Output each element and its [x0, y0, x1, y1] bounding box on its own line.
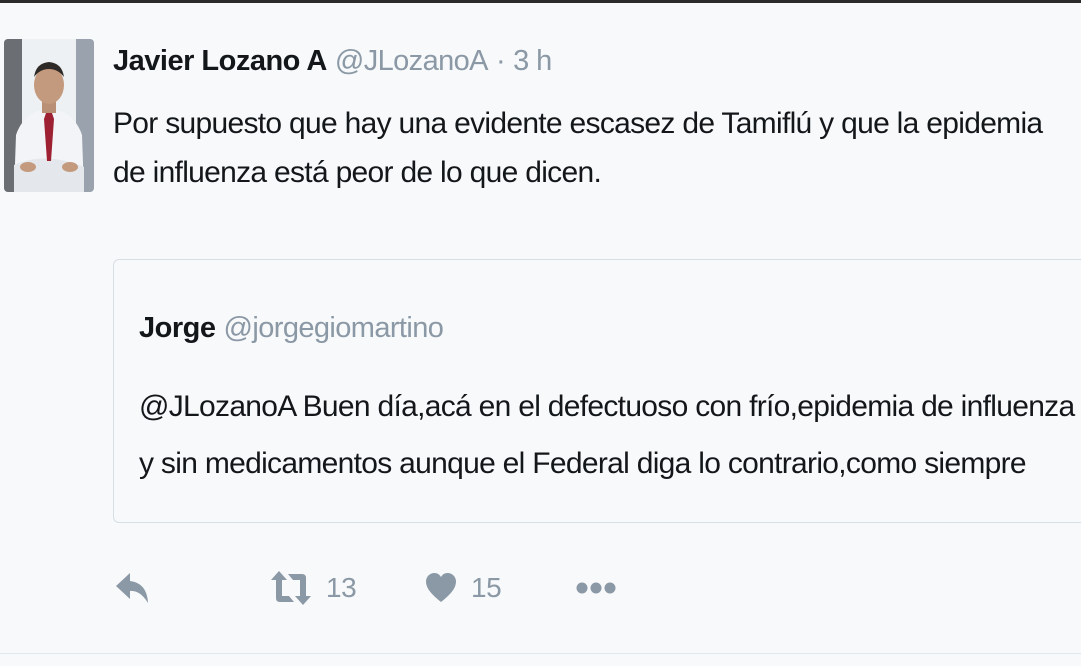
like-button[interactable]: 15 [425, 563, 502, 613]
retweet-icon [271, 571, 311, 605]
quoted-tweet-header: Jorge @jorgegiomartino [139, 310, 444, 346]
reply-icon [116, 573, 148, 603]
tweet-timestamp[interactable]: 3 h [513, 45, 552, 77]
heart-icon [426, 573, 456, 602]
avatar[interactable] [4, 39, 94, 192]
tweet-card[interactable]: Javier Lozano A @JLozanoA · 3 h Por supu… [0, 3, 1081, 666]
tweet-actions: 13 15 [0, 563, 1081, 613]
author-name[interactable]: Javier Lozano A [113, 45, 327, 77]
tweet-divider [0, 653, 1081, 654]
like-count: 15 [471, 572, 502, 603]
quoted-tweet-text: @JLozanoA Buen día,acá en el defectuoso … [139, 390, 1075, 480]
quoted-author-name: Jorge [139, 312, 216, 344]
more-button[interactable] [576, 563, 616, 613]
retweet-count: 13 [326, 572, 357, 603]
avatar-photo [4, 39, 94, 192]
header-separator: · [495, 45, 506, 77]
tweet-text: Por supuesto que hay una evidente escase… [113, 107, 1043, 189]
author-handle[interactable]: @JLozanoA [335, 45, 489, 77]
more-dots-icon [576, 582, 616, 594]
tweet-header: Javier Lozano A @JLozanoA · 3 h [113, 43, 552, 79]
reply-button[interactable] [115, 563, 151, 613]
quoted-author-handle: @jorgegiomartino [223, 312, 444, 344]
quoted-tweet[interactable]: Jorge @jorgegiomartino @JLozanoA Buen dí… [113, 259, 1081, 523]
retweet-button[interactable]: 13 [270, 563, 357, 613]
